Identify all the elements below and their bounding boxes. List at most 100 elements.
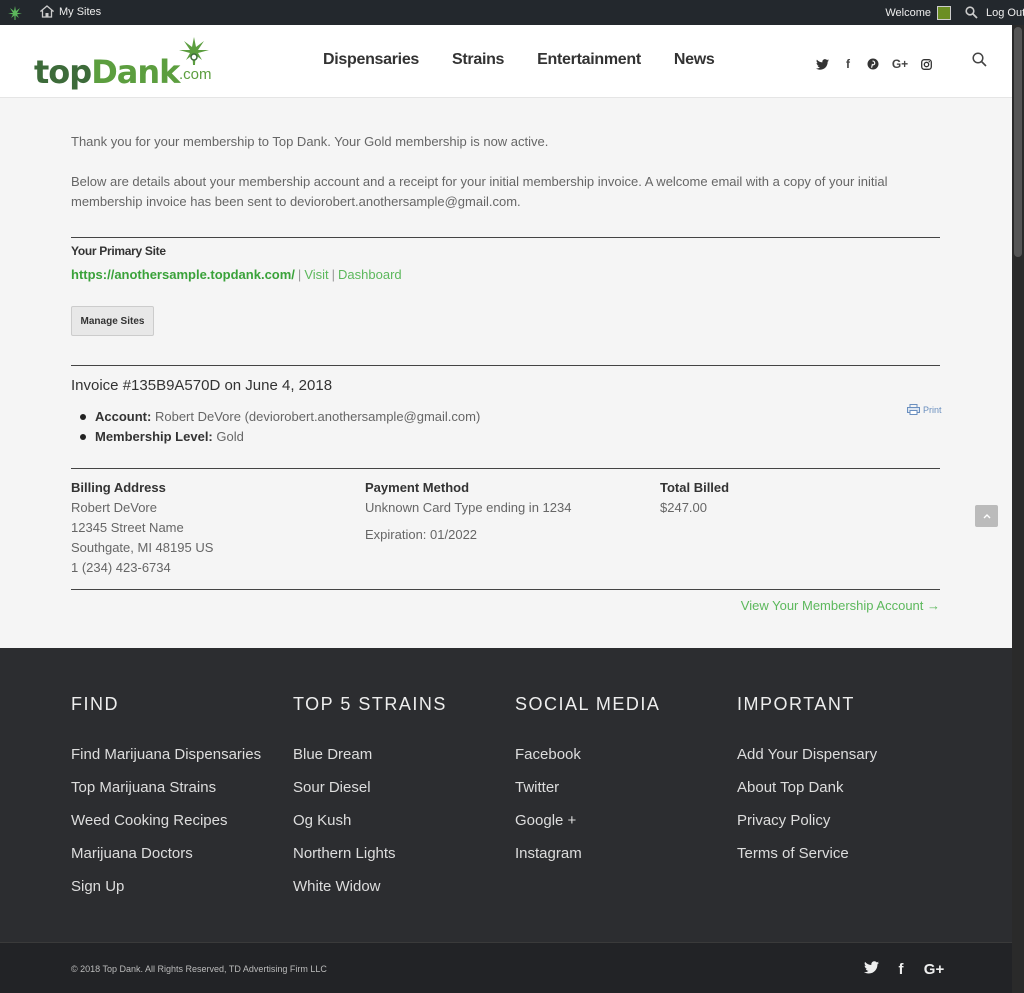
- site-header: topDank .com Dispensaries Strains Entert…: [0, 25, 1012, 98]
- my-sites-icon: [40, 5, 54, 18]
- invoice-title: Invoice #135B9A570D on June 4, 2018: [71, 377, 333, 394]
- search-icon[interactable]: [972, 52, 987, 67]
- google-plus-icon[interactable]: G+: [923, 961, 945, 978]
- membership-level-value: Gold: [216, 429, 244, 444]
- divider: [71, 468, 940, 469]
- pinterest-icon[interactable]: [867, 58, 879, 70]
- scrollbar-thumb[interactable]: [1014, 27, 1022, 257]
- footer-link[interactable]: Instagram: [515, 837, 660, 870]
- print-label: Print: [923, 404, 942, 415]
- billing-heading: Billing Address: [71, 480, 166, 495]
- invoice-details: Account: Robert DeVore (deviorobert.anot…: [79, 407, 481, 447]
- copyright-text: © 2018 Top Dank. All Rights Reserved, TD…: [71, 964, 327, 974]
- payment-expiration: Expiration: 01/2022: [365, 527, 478, 542]
- dashboard-link[interactable]: Dashboard: [338, 267, 402, 282]
- view-membership-account-link[interactable]: View Your Membership Account →: [741, 598, 940, 613]
- footer-link[interactable]: Blue Dream: [293, 738, 447, 771]
- footer-column-find: FIND Find Marijuana Dispensaries Top Mar…: [71, 694, 261, 903]
- logo-leaf-icon: [179, 37, 209, 65]
- footer-link[interactable]: Find Marijuana Dispensaries: [71, 738, 261, 771]
- footer-heading: IMPORTANT: [737, 694, 855, 714]
- footer-column-strains: TOP 5 STRAINS Blue Dream Sour Diesel Og …: [293, 694, 447, 903]
- membership-level-label: Membership Level:: [95, 429, 213, 444]
- footer-link[interactable]: Sign Up: [71, 870, 261, 903]
- nav-news[interactable]: News: [674, 51, 715, 69]
- footer-social-links: f G+: [864, 961, 945, 978]
- twitter-icon[interactable]: [816, 58, 829, 70]
- account-value: Robert DeVore (deviorobert.anothersample…: [154, 409, 481, 424]
- footer-link[interactable]: Privacy Policy: [737, 804, 877, 837]
- divider: [71, 365, 940, 366]
- site-footer: FIND Find Marijuana Dispensaries Top Mar…: [0, 648, 1012, 942]
- account-label: Account:: [95, 409, 152, 424]
- my-sites-menu[interactable]: My Sites: [40, 5, 101, 18]
- payment-card: Unknown Card Type ending in 1234: [365, 500, 572, 515]
- scrollbar[interactable]: [1012, 25, 1024, 993]
- google-plus-icon[interactable]: G+: [891, 57, 909, 71]
- footer-link[interactable]: Sour Diesel: [293, 771, 447, 804]
- payment-heading: Payment Method: [365, 480, 470, 495]
- my-sites-label: My Sites: [59, 5, 102, 18]
- footer-link[interactable]: Top Marijuana Strains: [71, 771, 261, 804]
- primary-site-links: https://anothersample.topdank.com/| Visit…: [71, 267, 402, 282]
- footer-link[interactable]: White Widow: [293, 870, 447, 903]
- payment-method: Payment Method Unknown Card Type ending …: [365, 478, 571, 545]
- search-icon[interactable]: [965, 6, 978, 19]
- total-billed: Total Billed $247.00: [660, 478, 729, 518]
- divider: [71, 589, 940, 590]
- footer-heading: TOP 5 STRAINS: [293, 694, 447, 714]
- footer-link[interactable]: About Top Dank: [737, 771, 877, 804]
- billing-address: Billing Address Robert DeVore 12345 Stre…: [71, 478, 213, 578]
- footer-link[interactable]: Marijuana Doctors: [71, 837, 261, 870]
- footer-bottom-bar: © 2018 Top Dank. All Rights Reserved, TD…: [0, 942, 1012, 993]
- footer-column-important: IMPORTANT Add Your Dispensary About Top …: [737, 694, 877, 870]
- primary-site-url[interactable]: https://anothersample.topdank.com/: [71, 267, 295, 282]
- footer-link[interactable]: Add Your Dispensary: [737, 738, 877, 771]
- details-message: Below are details about your membership …: [71, 174, 888, 209]
- footer-column-social: SOCIAL MEDIA Facebook Twitter Google + I…: [515, 694, 660, 870]
- primary-site-heading: Your Primary Site: [71, 244, 166, 258]
- visit-link[interactable]: Visit: [304, 267, 328, 282]
- facebook-icon[interactable]: f: [841, 57, 855, 71]
- footer-link[interactable]: Twitter: [515, 771, 660, 804]
- divider: [71, 237, 940, 238]
- site-logo[interactable]: topDank .com: [34, 35, 224, 91]
- total-heading: Total Billed: [660, 480, 730, 495]
- chevron-up-icon: [983, 514, 990, 519]
- facebook-icon[interactable]: f: [893, 961, 909, 978]
- twitter-icon[interactable]: [864, 961, 879, 974]
- billing-street: 12345 Street Name: [71, 520, 184, 535]
- footer-heading: FIND: [71, 694, 119, 714]
- footer-link[interactable]: Facebook: [515, 738, 660, 771]
- footer-heading: SOCIAL MEDIA: [515, 694, 661, 714]
- print-link[interactable]: Print: [907, 404, 942, 415]
- nav-entertainment[interactable]: Entertainment: [537, 51, 641, 69]
- main-nav: Dispensaries Strains Entertainment News: [323, 51, 747, 69]
- footer-link[interactable]: Weed Cooking Recipes: [71, 804, 261, 837]
- header-social-links: f G+: [816, 57, 932, 71]
- billing-city: Southgate, MI 48195 US: [71, 540, 214, 555]
- logo-com-text: .com: [179, 66, 212, 83]
- logout-link[interactable]: Log Out: [986, 7, 1024, 19]
- footer-link[interactable]: Og Kush: [293, 804, 447, 837]
- welcome-label[interactable]: Welcome: [885, 7, 931, 19]
- footer-link[interactable]: Google +: [515, 804, 660, 837]
- nav-strains[interactable]: Strains: [452, 51, 504, 69]
- total-amount: $247.00: [660, 500, 707, 515]
- list-item: Membership Level: Gold: [79, 427, 480, 447]
- admin-bar: My Sites Welcome Log Out: [0, 0, 1024, 25]
- billing-phone: 1 (234) 423-6734: [71, 560, 171, 575]
- billing-name: Robert DeVore: [71, 500, 157, 515]
- instagram-icon[interactable]: [921, 58, 932, 70]
- printer-icon: [907, 404, 920, 415]
- logo-top-text: top: [34, 53, 92, 91]
- logo-dank-text: Dank: [91, 53, 180, 91]
- thank-you-message: Thank you for your membership to Top Dan…: [71, 134, 549, 149]
- footer-link[interactable]: Terms of Service: [737, 837, 877, 870]
- footer-link[interactable]: Northern Lights: [293, 837, 447, 870]
- nav-dispensaries[interactable]: Dispensaries: [323, 51, 419, 69]
- manage-sites-button[interactable]: Manage Sites: [71, 306, 154, 336]
- avatar[interactable]: [937, 5, 951, 20]
- cannabis-leaf-icon[interactable]: [7, 5, 23, 21]
- scroll-to-top-button[interactable]: [975, 505, 998, 527]
